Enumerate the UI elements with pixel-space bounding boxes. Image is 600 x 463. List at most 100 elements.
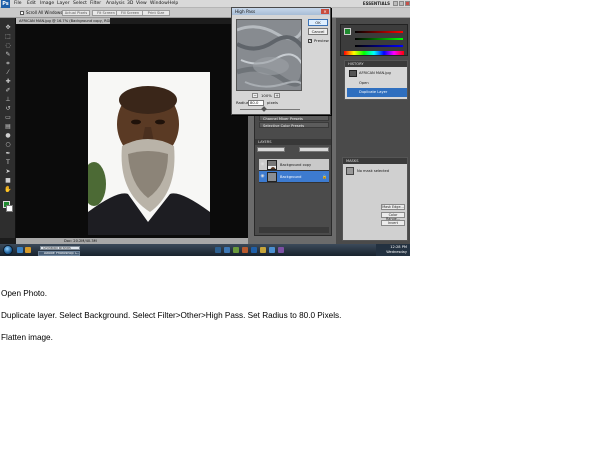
portrait-image xyxy=(88,72,210,235)
document-canvas[interactable] xyxy=(16,24,248,238)
path-select-tool-icon[interactable]: ➤ xyxy=(4,168,12,175)
menu-filter[interactable]: Filter xyxy=(90,0,101,8)
marquee-tool-icon[interactable]: ⬚ xyxy=(4,33,12,40)
preview-label: Preview xyxy=(314,38,329,43)
taskbar-app-icon[interactable] xyxy=(233,247,239,253)
blend-mode-select[interactable] xyxy=(257,147,285,152)
invert-button[interactable]: Invert xyxy=(381,220,405,226)
print-size-button[interactable]: Print Size xyxy=(142,10,170,16)
quick-launch-icon[interactable] xyxy=(17,247,23,253)
menu-3d[interactable]: 3D xyxy=(127,0,133,8)
hand-tool-icon[interactable]: ✋ xyxy=(4,186,12,193)
pen-tool-icon[interactable]: ✒ xyxy=(4,150,12,157)
move-tool-icon[interactable]: ✥ xyxy=(4,24,12,31)
maximize-button[interactable] xyxy=(399,1,404,6)
actual-pixels-button[interactable]: Actual Pixels xyxy=(62,10,90,16)
cancel-button[interactable]: Cancel xyxy=(308,28,328,35)
radius-slider-track[interactable] xyxy=(240,109,300,110)
layer-thumbnail xyxy=(267,160,277,170)
layers-panel-header[interactable]: LAYERS xyxy=(255,139,331,145)
taskbar-app-icon[interactable] xyxy=(242,247,248,253)
portrait-photo xyxy=(88,72,210,235)
history-panel-header[interactable]: HISTORY xyxy=(345,61,407,67)
adjustment-preset-row[interactable]: Channel Mixer Presets xyxy=(259,115,329,121)
search-input[interactable]: Uninstall Brands xyxy=(40,246,80,250)
mask-thumbnail xyxy=(346,167,354,175)
history-snapshot[interactable]: AFRICAN MAN.jpg xyxy=(347,69,407,78)
masks-panel-header[interactable]: MASKS xyxy=(343,158,407,164)
blue-slider[interactable] xyxy=(355,45,403,47)
filter-preview[interactable] xyxy=(236,19,302,91)
menu-view[interactable]: View xyxy=(136,0,147,8)
layer-row[interactable]: ◉ Background copy xyxy=(259,159,329,171)
workspace-switcher[interactable]: ESSENTIALS xyxy=(363,1,390,7)
lasso-tool-icon[interactable]: ◌ xyxy=(4,42,12,49)
quick-launch-icon[interactable] xyxy=(25,247,31,253)
healing-tool-icon[interactable]: ✚ xyxy=(4,78,12,85)
photoshop-screenshot: Ps File Edit Image Layer Select Filter A… xyxy=(0,0,410,256)
history-item[interactable]: Open xyxy=(347,79,407,88)
close-icon[interactable]: ✕ xyxy=(321,9,329,14)
menu-select[interactable]: Select xyxy=(73,0,87,8)
adjustment-preset-row[interactable]: Selective Color Presets xyxy=(259,122,329,128)
menu-analysis[interactable]: Analysis xyxy=(106,0,125,8)
shape-tool-icon[interactable]: ■ xyxy=(4,177,12,184)
menu-layer[interactable]: Layer xyxy=(57,0,70,8)
opacity-field[interactable] xyxy=(299,147,329,152)
instruction-step: Flatten image. xyxy=(1,333,53,342)
radius-input[interactable]: 80.0 xyxy=(248,100,264,106)
eyedropper-tool-icon[interactable]: ⁄ xyxy=(4,69,12,76)
history-brush-tool-icon[interactable]: ↺ xyxy=(4,105,12,112)
system-tray: 12:28 PM Wednesday xyxy=(376,244,410,256)
background-color-swatch[interactable] xyxy=(6,205,13,212)
photoshop-task-button[interactable]: Adobe Photoshop C... xyxy=(38,251,80,256)
taskbar-app-icon[interactable] xyxy=(278,247,284,253)
minimize-button[interactable] xyxy=(393,1,398,6)
ok-button[interactable]: OK xyxy=(308,19,328,26)
lock-icon: 🔒 xyxy=(322,174,327,179)
mask-edge-button[interactable]: Mask Edge... xyxy=(381,204,405,210)
taskbar-app-icon[interactable] xyxy=(215,247,221,253)
adjustments-layers-panel: Channel Mixer Presets Selective Color Pr… xyxy=(254,112,332,236)
taskbar-app-icon[interactable] xyxy=(260,247,266,253)
blur-tool-icon[interactable]: ● xyxy=(4,132,12,139)
menu-edit[interactable]: Edit xyxy=(27,0,36,8)
system-clock[interactable]: 12:28 PM Wednesday xyxy=(386,245,407,255)
menu-image[interactable]: Image xyxy=(40,0,54,8)
gradient-tool-icon[interactable]: ▤ xyxy=(4,123,12,130)
eye-icon[interactable]: ◉ xyxy=(260,162,265,167)
crop-tool-icon[interactable]: ⌗ xyxy=(4,60,12,67)
menu-help[interactable]: Help xyxy=(168,0,178,8)
zoom-in-button[interactable]: + xyxy=(274,93,280,98)
scroll-all-windows-checkbox[interactable] xyxy=(20,11,24,15)
layers-footer xyxy=(259,227,329,233)
taskbar-app-icon[interactable] xyxy=(269,247,275,253)
clone-stamp-tool-icon[interactable]: ⊥ xyxy=(4,96,12,103)
layer-name: Background copy xyxy=(280,163,312,167)
fill-screen-button[interactable]: Fill Screen xyxy=(116,10,144,16)
layer-row-selected[interactable]: ◉ Background 🔒 xyxy=(259,171,329,183)
close-button[interactable] xyxy=(405,1,410,6)
history-item-selected[interactable]: Duplicate Layer xyxy=(347,88,407,97)
preview-checkbox[interactable]: ✓ xyxy=(308,39,312,43)
green-slider[interactable] xyxy=(355,38,403,40)
menu-window[interactable]: Window xyxy=(150,0,168,8)
menu-file[interactable]: File xyxy=(14,0,22,8)
options-bar: Scroll All Windows Actual Pixels Fit Scr… xyxy=(0,8,410,18)
type-tool-icon[interactable]: T xyxy=(4,159,12,166)
color-ramp[interactable] xyxy=(344,51,404,55)
taskbar-app-icon[interactable] xyxy=(224,247,230,253)
dodge-tool-icon[interactable]: ○ xyxy=(4,141,12,148)
color-fg-chip[interactable] xyxy=(344,28,351,35)
color-range-button[interactable]: Color Range... xyxy=(381,212,405,221)
radius-slider-thumb[interactable] xyxy=(261,106,267,112)
taskbar-app-icon[interactable] xyxy=(251,247,257,253)
eye-icon[interactable]: ◉ xyxy=(260,174,265,179)
brush-tool-icon[interactable]: ✐ xyxy=(4,87,12,94)
eraser-tool-icon[interactable]: ▭ xyxy=(4,114,12,121)
quick-select-tool-icon[interactable]: ✎ xyxy=(4,51,12,58)
zoom-out-button[interactable]: − xyxy=(252,93,258,98)
no-mask-label: No mask selected xyxy=(357,169,389,173)
red-slider[interactable] xyxy=(355,31,403,33)
start-button[interactable] xyxy=(3,245,13,255)
